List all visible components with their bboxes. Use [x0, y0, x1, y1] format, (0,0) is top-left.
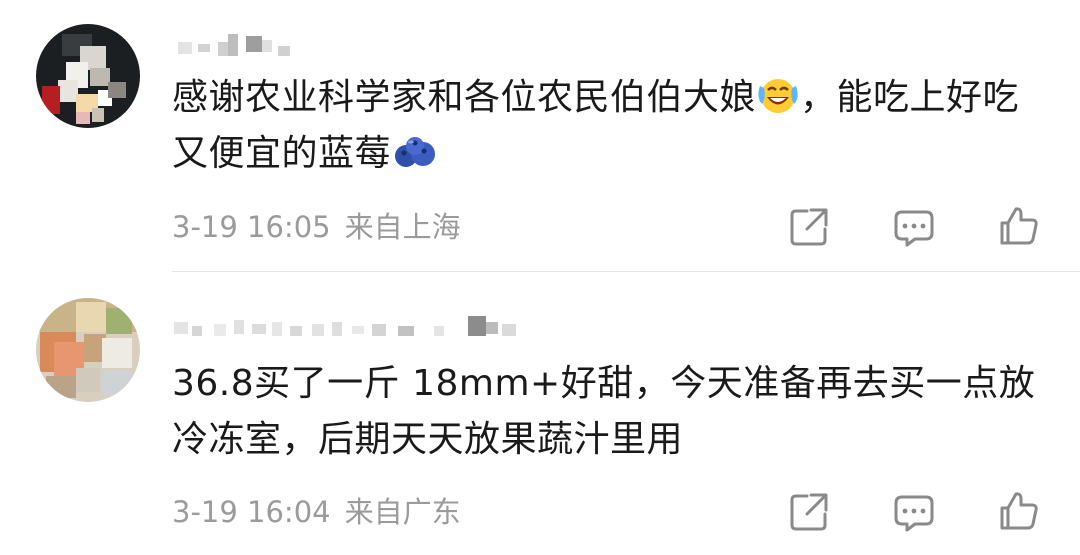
- comment-item: 感谢农业科学家和各位农民伯伯大娘 ，能吃上好吃又便宜的蓝莓 3-19 16:05…: [0, 0, 1080, 272]
- share-button[interactable]: [787, 205, 831, 249]
- comment-time: 3-19 16:04: [172, 495, 331, 529]
- comment-text-part: 感谢农业科学家和各位农民伯伯大娘: [172, 77, 757, 118]
- like-button[interactable]: [997, 204, 1041, 248]
- comment-meta: 3-19 16:04 来自广东: [172, 492, 461, 532]
- crying-laughing-emoji-icon: [756, 76, 800, 116]
- share-icon: [790, 208, 828, 246]
- comment-time: 3-19 16:05: [172, 210, 331, 244]
- share-icon: [790, 493, 828, 531]
- like-button[interactable]: [997, 489, 1041, 533]
- comment-button[interactable]: [892, 206, 936, 250]
- username-blurred[interactable]: [172, 310, 532, 344]
- comment-meta: 3-19 16:05 来自上海: [172, 207, 461, 247]
- avatar[interactable]: [36, 298, 140, 402]
- username-blurred[interactable]: [172, 28, 312, 62]
- blueberry-emoji-icon: [391, 132, 439, 172]
- comment-icon: [894, 495, 934, 532]
- comment-text: 36.8买了一斤 18mm+好甜，今天准备再去买一点放冷冻室，后期天天放果蔬汁里…: [172, 356, 1052, 468]
- comment-location: 来自广东: [344, 495, 461, 529]
- thumbs-up-icon: [1000, 492, 1038, 530]
- comment-text-part: 36.8买了一斤 18mm+好甜，今天准备再去买一点放冷冻室，后期天天放果蔬汁里…: [172, 363, 1036, 460]
- comment-location: 来自上海: [344, 210, 461, 244]
- comment-text: 感谢农业科学家和各位农民伯伯大娘 ，能吃上好吃又便宜的蓝莓: [172, 70, 1052, 182]
- thumbs-up-icon: [1000, 207, 1038, 245]
- comment-item: 36.8买了一斤 18mm+好甜，今天准备再去买一点放冷冻室，后期天天放果蔬汁里…: [0, 272, 1080, 555]
- avatar[interactable]: [36, 24, 140, 128]
- comment-button[interactable]: [892, 491, 936, 535]
- comment-icon: [894, 210, 934, 247]
- share-button[interactable]: [787, 490, 831, 534]
